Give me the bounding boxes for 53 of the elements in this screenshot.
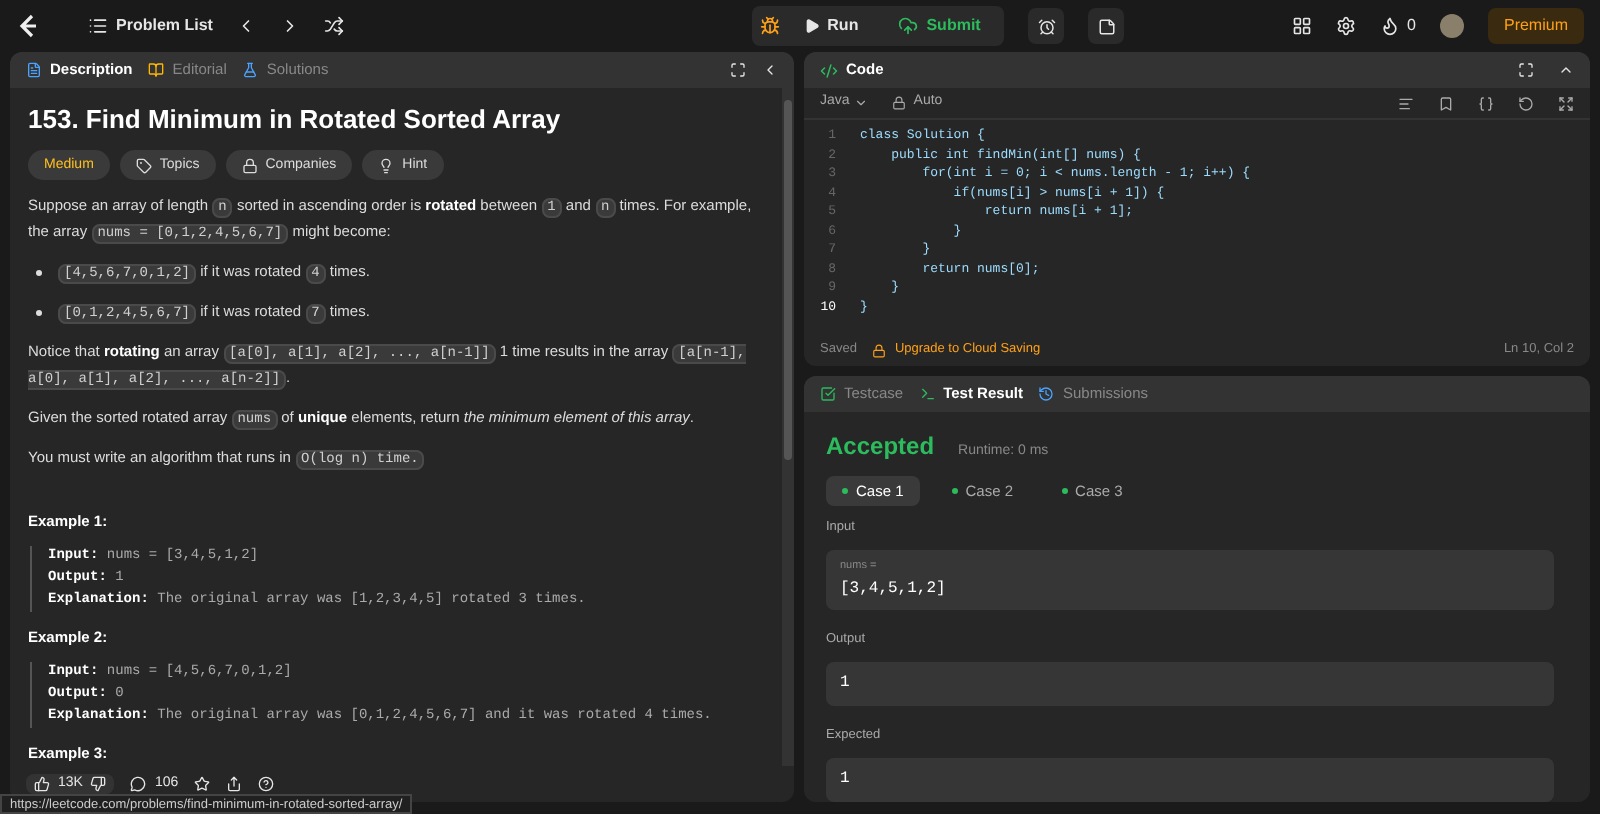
lock-icon bbox=[241, 157, 258, 173]
thumbs-up-icon bbox=[34, 776, 50, 792]
settings-icon[interactable] bbox=[1335, 16, 1356, 36]
book-icon bbox=[148, 62, 165, 78]
expected-box: 1 bbox=[826, 757, 1554, 801]
lightbulb-icon bbox=[378, 157, 395, 173]
maximize-icon[interactable] bbox=[1518, 62, 1534, 78]
notes-button[interactable] bbox=[1088, 8, 1125, 44]
note-icon bbox=[1097, 17, 1116, 35]
alarm-clock-icon bbox=[1037, 17, 1056, 35]
help-icon[interactable] bbox=[258, 776, 275, 792]
comment-icon bbox=[130, 776, 147, 792]
expand-icon[interactable] bbox=[1558, 95, 1574, 111]
chevron-down-icon bbox=[853, 96, 868, 110]
problem-list-button[interactable]: Problem List bbox=[88, 14, 213, 38]
lock-icon bbox=[872, 343, 887, 357]
cloud-upload-icon bbox=[898, 16, 919, 36]
star-icon[interactable] bbox=[194, 776, 211, 792]
maximize-icon[interactable] bbox=[730, 62, 746, 78]
flame-icon bbox=[1379, 16, 1400, 36]
grid-icon[interactable] bbox=[1291, 16, 1312, 36]
streak-counter[interactable]: 0 bbox=[1379, 14, 1416, 38]
logo-icon bbox=[16, 13, 40, 39]
lock-icon bbox=[891, 96, 906, 110]
share-icon[interactable] bbox=[226, 776, 243, 792]
thumbs-down-icon bbox=[90, 776, 107, 792]
format-icon[interactable] bbox=[1398, 95, 1414, 111]
problem-title: 153. Find Minimum in Rotated Sorted Array bbox=[28, 104, 563, 136]
shuffle-icon[interactable] bbox=[324, 16, 345, 36]
avatar[interactable] bbox=[1439, 14, 1464, 38]
braces-icon[interactable] bbox=[1478, 95, 1494, 111]
run-button[interactable]: Run bbox=[787, 14, 875, 38]
submit-button[interactable]: Submit bbox=[882, 14, 997, 38]
flask-icon bbox=[242, 62, 259, 78]
bookmark-icon[interactable] bbox=[1438, 95, 1454, 111]
play-icon bbox=[803, 18, 820, 34]
list-icon bbox=[88, 16, 108, 36]
reset-icon[interactable] bbox=[1518, 95, 1534, 111]
debug-icon[interactable] bbox=[759, 16, 780, 36]
timer-button[interactable] bbox=[1028, 8, 1065, 44]
output-box: 1 bbox=[826, 661, 1554, 706]
document-icon bbox=[26, 62, 42, 78]
checkbox-icon bbox=[820, 386, 836, 402]
terminal-icon bbox=[919, 386, 936, 402]
bullet-icon bbox=[36, 270, 42, 276]
premium-button[interactable]: Premium bbox=[1487, 8, 1584, 44]
collapse-icon[interactable] bbox=[762, 62, 778, 78]
collapse-icon[interactable] bbox=[1558, 62, 1574, 78]
accepted-status: Accepted bbox=[826, 430, 935, 464]
bullet-icon bbox=[36, 310, 42, 316]
code-icon bbox=[820, 61, 838, 79]
tag-icon bbox=[135, 157, 152, 173]
history-icon bbox=[1038, 386, 1055, 402]
